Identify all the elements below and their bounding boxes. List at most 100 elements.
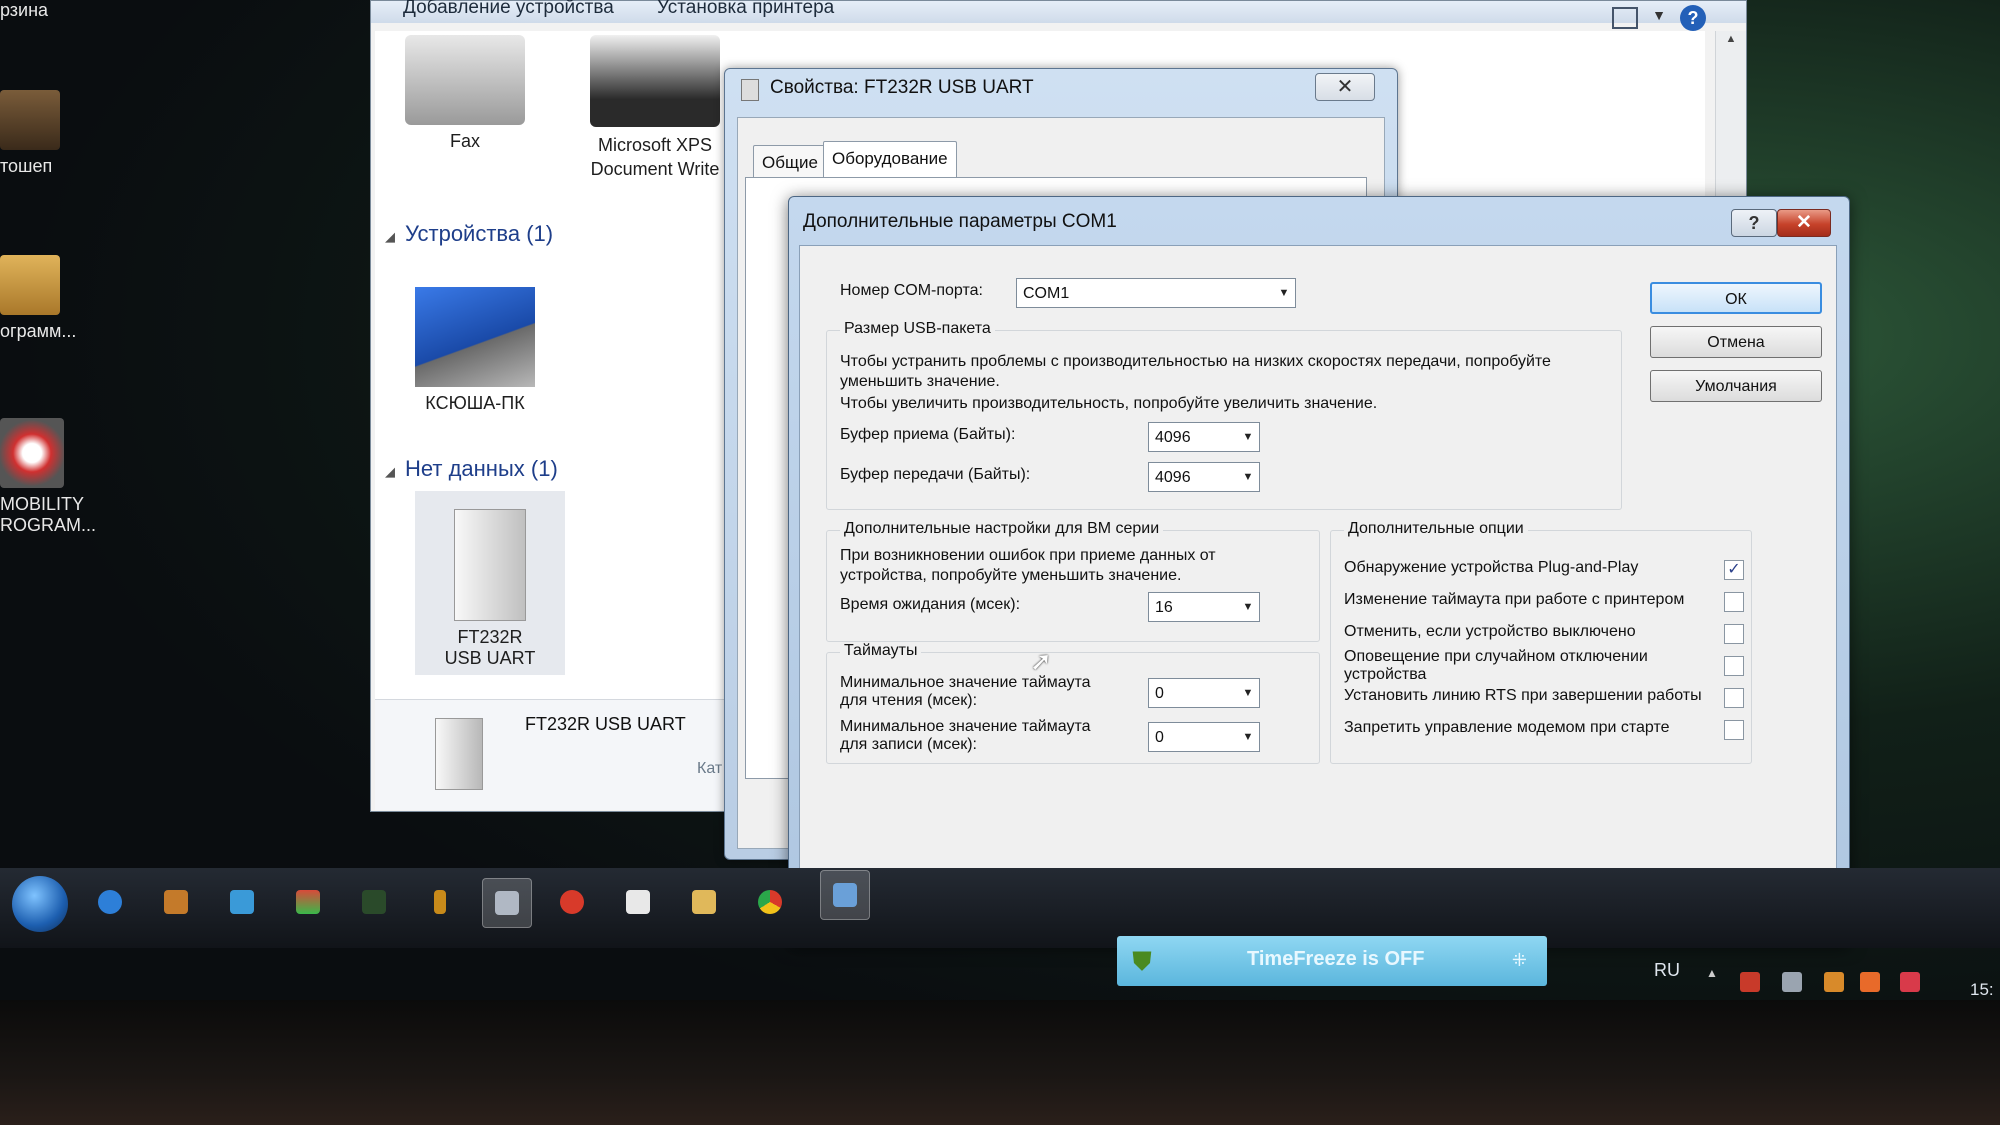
timefreeze-settings-icon[interactable]: ⁜ <box>1512 950 1527 971</box>
fax-icon <box>405 35 525 125</box>
tray-expand-icon[interactable]: ▲ <box>1706 966 1718 980</box>
clock[interactable]: 15: <box>1970 980 1994 1000</box>
start-button[interactable] <box>12 876 68 932</box>
dialog-body: Номер COM-порта: COM1 ▼ Размер USB-пакет… <box>799 245 1837 935</box>
desktop-icon-label: тошеп <box>0 156 53 176</box>
ok-button[interactable]: ОК <box>1650 282 1822 314</box>
group-no-data[interactable]: ◢ Нет данных (1) <box>385 456 558 482</box>
timefreeze-toolbar[interactable]: ⛊ TimeFreeze is OFF ⁜ <box>1117 936 1547 986</box>
defaults-button[interactable]: Умолчания <box>1650 370 1822 402</box>
taskbar-app8[interactable] <box>548 878 596 926</box>
cancel-button[interactable]: Отмена <box>1650 326 1822 358</box>
chevron-down-icon[interactable]: ▼ <box>1652 7 1666 23</box>
desktop-icon-recycle[interactable]: рзина <box>0 0 80 21</box>
dropdown-arrow-icon: ▼ <box>1242 471 1254 483</box>
taskbar <box>0 868 2000 948</box>
device-label: Fax <box>449 131 480 151</box>
paint-icon <box>296 890 320 914</box>
taskbar-app9[interactable] <box>614 878 662 926</box>
device-label: КСЮША-ПК <box>425 393 525 413</box>
taskbar-app3[interactable] <box>218 878 266 926</box>
devices-icon <box>495 891 519 915</box>
folder-icon <box>692 890 716 914</box>
printer-icon <box>590 35 720 127</box>
option-label: Изменение таймаута при работе с принтеро… <box>1344 591 1685 608</box>
latency-select[interactable]: 16 ▼ <box>1148 592 1260 622</box>
taskbar-app5[interactable] <box>350 878 398 926</box>
device-ft232r[interactable]: FT232R USB UART <box>415 491 565 675</box>
desktop-icon-label: MOBILITY ROGRAM... <box>0 494 97 535</box>
option-checkbox[interactable] <box>1724 656 1744 676</box>
write-timeout-label: Минимальное значение таймаута для записи… <box>840 718 1091 753</box>
taskbar-app11[interactable] <box>746 878 794 926</box>
internet-explorer-icon <box>98 890 122 914</box>
language-indicator[interactable]: RU <box>1654 960 1680 981</box>
help-button[interactable]: ? <box>1731 209 1777 237</box>
printer-fax[interactable]: Fax <box>395 35 535 152</box>
help-icon[interactable]: ? <box>1680 5 1706 31</box>
monitor-bezel <box>0 1000 2000 1125</box>
usb-group-title: Размер USB-пакета <box>840 320 995 338</box>
add-device-button[interactable]: Добавление устройства <box>403 0 614 19</box>
com-port-select[interactable]: COM1 ▼ <box>1016 278 1296 308</box>
advanced-com-dialog: Дополнительные параметры COM1 ? ✕ Номер … <box>788 196 1850 946</box>
rx-buffer-label: Буфер приема (Байты): <box>840 426 1016 443</box>
bm-group-title: Дополнительные настройки для BM серии <box>840 520 1164 538</box>
device-label: Microsoft XPS Document Write <box>590 135 720 179</box>
timefreeze-status: TimeFreeze is OFF <box>1247 948 1425 970</box>
chrome-icon <box>758 890 782 914</box>
device-computer[interactable]: КСЮША-ПК <box>405 287 545 414</box>
change-view-icon[interactable] <box>1612 7 1638 29</box>
taskbar-app4[interactable] <box>284 878 332 926</box>
collapse-triangle-icon: ◢ <box>385 464 395 479</box>
option-checkbox[interactable] <box>1724 592 1744 612</box>
taskbar-app2[interactable] <box>152 878 200 926</box>
network-icon[interactable] <box>1824 972 1844 992</box>
com-port-label: Номер COM-порта: <box>840 282 983 299</box>
rx-buffer-select[interactable]: 4096 ▼ <box>1148 422 1260 452</box>
option-label: Оповещение при случайном отключении устр… <box>1344 648 1648 683</box>
group-label: Устройства (1) <box>405 221 554 246</box>
taskbar-ie[interactable] <box>86 878 134 926</box>
folder-icon <box>0 255 60 315</box>
option-label: Отменить, если устройство выключено <box>1344 623 1636 640</box>
scroll-up-icon[interactable]: ▲ <box>1716 33 1746 45</box>
desktop-icon-photoshop[interactable]: тошеп <box>0 90 70 177</box>
taskbar-app6[interactable] <box>416 878 464 926</box>
group-devices[interactable]: ◢ Устройства (1) <box>385 221 553 247</box>
group-label: Нет данных (1) <box>405 456 558 481</box>
write-timeout-value: 0 <box>1155 729 1164 746</box>
option-checkbox[interactable]: ✓ <box>1724 560 1744 580</box>
com-port-value: COM1 <box>1023 285 1070 302</box>
volume-icon[interactable] <box>1782 972 1802 992</box>
option-checkbox[interactable] <box>1724 720 1744 740</box>
read-timeout-select[interactable]: 0 ▼ <box>1148 678 1260 708</box>
option-checkbox[interactable] <box>1724 688 1744 708</box>
latency-value: 16 <box>1155 599 1173 616</box>
tx-buffer-select[interactable]: 4096 ▼ <box>1148 462 1260 492</box>
close-button[interactable]: ✕ <box>1777 209 1831 237</box>
write-timeout-select[interactable]: 0 ▼ <box>1148 722 1260 752</box>
antivirus-tray-icon[interactable] <box>1740 972 1760 992</box>
device-small-icon <box>741 79 759 101</box>
torrent-icon <box>434 890 446 914</box>
option-label: Запретить управление модемом при старте <box>1344 719 1670 736</box>
read-timeout-value: 0 <box>1155 685 1164 702</box>
add-printer-button[interactable]: Установка принтера <box>657 0 834 19</box>
option-label: Установить линию RTS при завершении рабо… <box>1344 687 1702 704</box>
tab-general[interactable]: Общие <box>753 145 827 180</box>
taskbar-app10[interactable] <box>680 878 728 926</box>
desktop-icon-programs[interactable]: ограмм... <box>0 255 77 342</box>
photoshop-icon <box>0 90 60 150</box>
option-checkbox[interactable] <box>1724 624 1744 644</box>
desktop-icon-mobility[interactable]: MOBILITY ROGRAM... <box>0 418 97 536</box>
close-button[interactable]: ✕ <box>1315 73 1375 101</box>
printer-xps[interactable]: Microsoft XPS Document Write <box>575 35 735 181</box>
taskbar-app12[interactable] <box>820 870 870 920</box>
latency-label: Время ожидания (мсек): <box>840 596 1021 613</box>
flag-icon[interactable] <box>1900 972 1920 992</box>
desktop-icon-label: ограмм... <box>0 321 77 341</box>
taskbar-app7[interactable] <box>482 878 532 928</box>
tab-hardware[interactable]: Оборудование <box>823 141 957 180</box>
power-icon[interactable] <box>1860 972 1880 992</box>
